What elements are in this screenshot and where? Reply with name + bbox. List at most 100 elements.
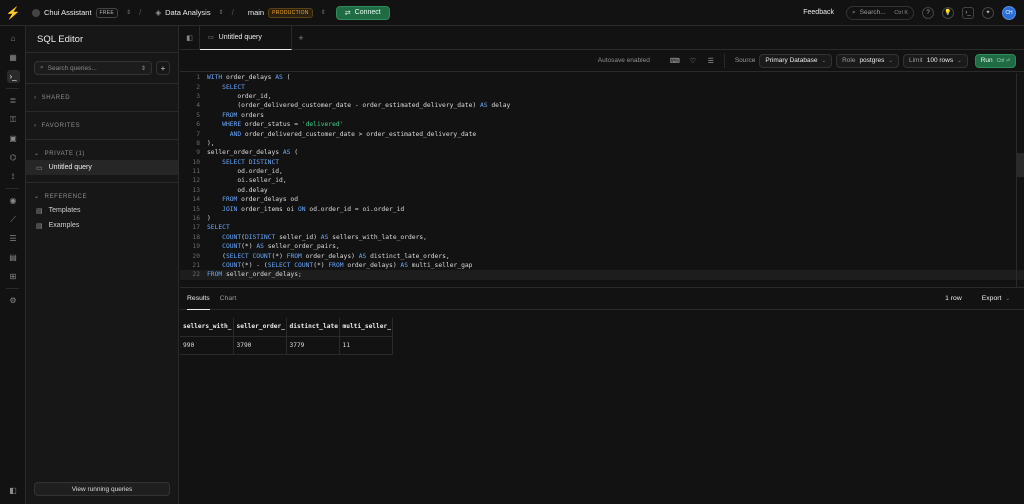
database-icon[interactable]: ≣: [0, 91, 26, 110]
code-line[interactable]: 22 FROM seller_order_delays;: [180, 270, 1024, 280]
code-line[interactable]: 21 COUNT(*) - (SELECT COUNT(*) FROM orde…: [180, 261, 1024, 270]
scrollbar-thumb[interactable]: [1016, 153, 1024, 177]
code-line[interactable]: 20 (SELECT COUNT(*) FROM order_delays) A…: [180, 251, 1024, 260]
tab-untitled-query[interactable]: ▭ Untitled query: [200, 25, 292, 50]
section-shared[interactable]: › SHARED: [26, 83, 178, 111]
query-search-input[interactable]: ⌕ Search queries... ⇕: [34, 61, 152, 75]
tab-results[interactable]: Results: [187, 288, 210, 310]
table-cell[interactable]: 3779: [286, 336, 340, 355]
connect-button[interactable]: ⇄ Connect: [335, 5, 390, 20]
line-number: 9: [196, 149, 200, 157]
column-header[interactable]: distinct_late: [286, 318, 340, 337]
realtime-icon[interactable]: ⟟: [0, 167, 26, 186]
code-text: SELECT DISTINCT: [222, 158, 280, 166]
edge-functions-icon[interactable]: ⌬: [0, 148, 26, 167]
terminal-icon[interactable]: ›_: [962, 6, 974, 19]
code-line[interactable]: 18 COUNT(DISTINCT seller_id) AS sellers_…: [180, 233, 1024, 242]
code-line[interactable]: 4 (order_delivered_customer_date - order…: [180, 101, 1024, 110]
sql-code-editor[interactable]: 1 WITH order_delays AS (2 SELECT 3 order_i…: [180, 73, 1024, 287]
code-line[interactable]: 11 od.order_id,: [180, 167, 1024, 176]
code-text: ),: [207, 139, 215, 147]
integrations-icon[interactable]: ⊞: [0, 267, 26, 286]
results-panel: Results Chart 1 row Export ⌄ sellers_with…: [180, 287, 1024, 504]
plug-icon: ⇄: [344, 9, 351, 17]
auth-icon[interactable]: ⚿: [0, 110, 26, 129]
limit-select[interactable]: Limit 100 rows ⌄: [902, 53, 968, 68]
api-docs-icon[interactable]: ▤: [0, 248, 26, 267]
code-line[interactable]: 3 order_id,: [180, 92, 1024, 101]
line-number: 16: [192, 215, 200, 223]
code-line[interactable]: 16): [180, 214, 1024, 223]
run-button[interactable]: Run Ctrl ⏎: [974, 53, 1016, 68]
table-cell[interactable]: 11: [339, 336, 393, 355]
user-avatar[interactable]: CH: [1002, 5, 1016, 20]
editor-toolbar: Autosave enabled ⌨ ♡ ☰ Source Primary Da…: [180, 50, 1024, 72]
code-line[interactable]: 9 seller_order_delays AS (: [180, 148, 1024, 157]
toggle-sidebar-icon[interactable]: ◧: [180, 25, 200, 50]
new-query-button[interactable]: +: [156, 61, 170, 75]
storage-icon[interactable]: ▣: [0, 129, 26, 148]
column-header[interactable]: multi_seller_: [339, 318, 393, 337]
code-line[interactable]: 19 COUNT(*) AS seller_order_pairs,: [180, 242, 1024, 251]
advisors-icon[interactable]: ◉: [0, 191, 26, 210]
source-select[interactable]: Primary Database ⌄: [759, 53, 833, 68]
code-line[interactable]: 8),: [180, 139, 1024, 148]
table-editor-icon[interactable]: ▦: [0, 48, 26, 67]
keyboard-icon[interactable]: ⌨: [668, 54, 682, 68]
project-switcher[interactable]: ◈ Data Analysis ⇕: [155, 8, 223, 17]
org-avatar: [32, 8, 40, 17]
sql-file-icon: ▭: [208, 34, 214, 41]
table-cell[interactable]: 990: [180, 336, 234, 355]
assistant-icon[interactable]: ✦: [982, 6, 994, 19]
code-line[interactable]: 5 FROM orders: [180, 111, 1024, 120]
sql-editor-icon[interactable]: ›_: [0, 67, 26, 86]
code-line[interactable]: 17 SELECT: [180, 223, 1024, 232]
format-align-icon[interactable]: ☰: [704, 54, 718, 68]
reference-item-examples[interactable]: ▤ Examples: [26, 218, 178, 233]
query-item-untitled[interactable]: ▭ Untitled query: [26, 160, 178, 175]
code-line[interactable]: 7 AND order_delivered_customer_date > or…: [180, 129, 1024, 138]
supabase-logo-icon[interactable]: ⚡: [0, 0, 26, 26]
logs-icon[interactable]: ☰: [0, 229, 26, 248]
line-number: 12: [192, 177, 200, 185]
help-icon[interactable]: ?: [922, 6, 934, 19]
export-label: Export: [981, 295, 1002, 302]
branch-switcher[interactable]: main PRODUCTION ⇕: [248, 7, 326, 18]
code-line[interactable]: 14 FROM order_delays od: [180, 195, 1024, 204]
code-line[interactable]: 13 od.delay: [180, 186, 1024, 195]
code-line[interactable]: 2 SELECT: [180, 82, 1024, 91]
query-item-label: Untitled query: [48, 164, 92, 171]
lightbulb-icon[interactable]: 💡: [942, 6, 954, 19]
feedback-button[interactable]: Feedback: [803, 9, 834, 16]
reference-item-label: Templates: [48, 207, 81, 214]
settings-gear-icon[interactable]: ⚙: [0, 291, 26, 310]
code-line[interactable]: 15 JOIN order_items oi ON od.order_id = …: [180, 204, 1024, 213]
sort-icon[interactable]: ⇕: [141, 65, 146, 72]
global-search[interactable]: ⌕ Search... Ctrl K: [846, 5, 914, 20]
collapse-sidebar-icon[interactable]: ◧: [0, 481, 26, 500]
code-line[interactable]: 10 SELECT DISTINCT: [180, 158, 1024, 167]
editor-scrollbar[interactable]: [1016, 73, 1024, 287]
reports-icon[interactable]: ⟋: [0, 210, 26, 229]
reference-item-templates[interactable]: ▤ Templates: [26, 203, 178, 218]
column-header[interactable]: seller_order_: [233, 318, 287, 337]
code-line[interactable]: 1 WITH order_delays AS (: [180, 73, 1024, 82]
code-line[interactable]: 6 WHERE order_status = 'delivered': [180, 120, 1024, 129]
main-panel: ◧ ▭ Untitled query + Autosave enabled ⌨ …: [180, 25, 1024, 504]
section-favorites[interactable]: › FAVORITES: [26, 111, 178, 139]
search-icon: ⌕: [40, 64, 44, 71]
role-select[interactable]: Role postgres ⌄: [836, 53, 899, 68]
favorite-heart-icon[interactable]: ♡: [686, 54, 700, 68]
section-shared-label: SHARED: [41, 94, 71, 101]
line-number: 6: [196, 121, 200, 129]
view-running-queries-button[interactable]: View running queries: [34, 482, 170, 496]
export-button[interactable]: Export ⌄: [982, 295, 1010, 302]
add-tab-button[interactable]: +: [292, 33, 310, 43]
org-name: Chui Assistant: [44, 8, 92, 17]
column-header[interactable]: sellers_with_: [180, 318, 234, 337]
home-icon[interactable]: ⌂: [0, 29, 26, 48]
org-switcher[interactable]: Chui Assistant FREE ⇕: [32, 7, 131, 18]
code-line[interactable]: 12 oi.seller_id,: [180, 176, 1024, 185]
tab-chart[interactable]: Chart: [220, 288, 237, 310]
table-cell[interactable]: 3790: [233, 336, 287, 355]
